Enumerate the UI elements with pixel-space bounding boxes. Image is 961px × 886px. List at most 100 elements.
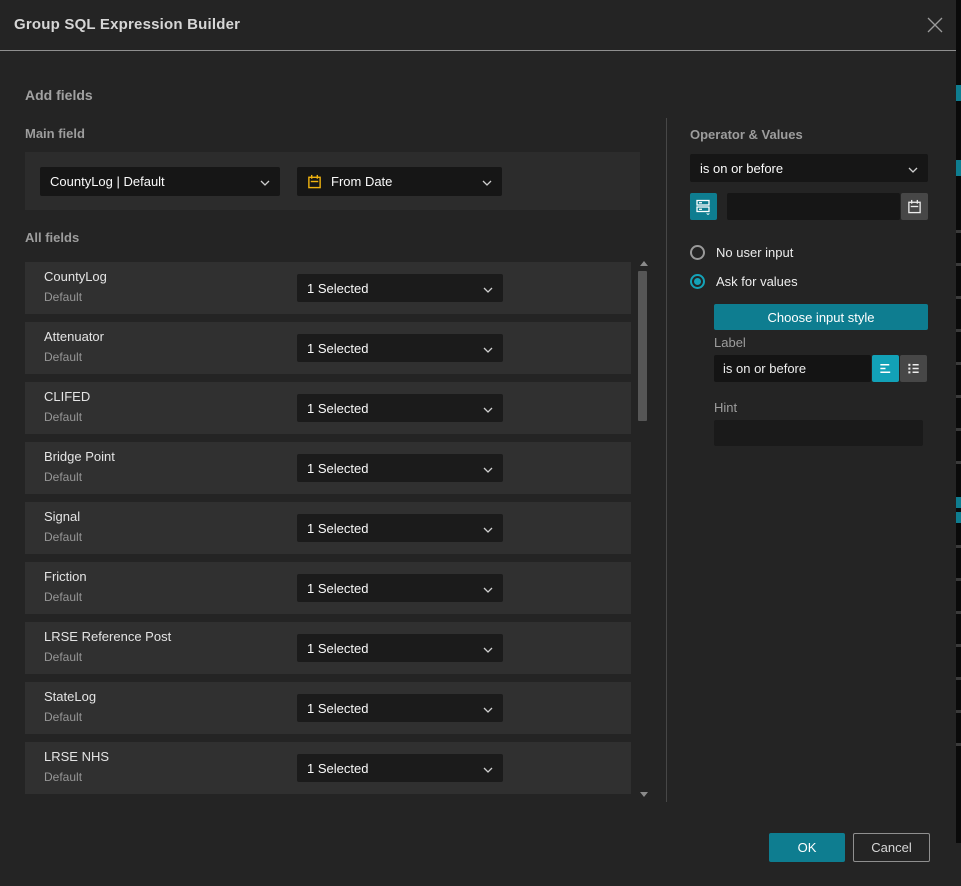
field-selection-value: 1 Selected xyxy=(307,761,368,776)
field-selection-select[interactable]: 1 Selected xyxy=(297,694,503,722)
main-field-heading: Main field xyxy=(25,126,85,141)
field-name: Friction xyxy=(44,569,87,584)
field-selection-value: 1 Selected xyxy=(307,341,368,356)
field-selection-value: 1 Selected xyxy=(307,641,368,656)
radio-unselected-icon xyxy=(690,245,705,260)
close-icon[interactable] xyxy=(925,16,945,36)
field-subtitle: Default xyxy=(44,770,82,784)
field-selection-select[interactable]: 1 Selected xyxy=(297,274,503,302)
radio-no-user-input[interactable]: No user input xyxy=(690,245,793,260)
field-selection-value: 1 Selected xyxy=(307,581,368,596)
field-subtitle: Default xyxy=(44,590,82,604)
chevron-down-icon xyxy=(483,401,493,416)
all-fields-list: CountyLog Default 1 Selected Attenuator … xyxy=(25,258,631,794)
chevron-down-icon xyxy=(908,161,918,176)
field-row: Friction Default 1 Selected xyxy=(25,562,631,614)
field-subtitle: Default xyxy=(44,410,82,424)
field-name: CLIFED xyxy=(44,389,90,404)
chevron-down-icon xyxy=(483,701,493,716)
field-selection-select[interactable]: 1 Selected xyxy=(297,754,503,782)
label-input[interactable] xyxy=(714,355,871,382)
dialog-header: Group SQL Expression Builder xyxy=(0,0,956,51)
scrollbar xyxy=(636,258,651,802)
main-field-field-select[interactable]: From Date xyxy=(297,167,502,196)
field-name: Signal xyxy=(44,509,80,524)
field-row: LRSE Reference Post Default 1 Selected xyxy=(25,622,631,674)
field-name: LRSE NHS xyxy=(44,749,109,764)
field-subtitle: Default xyxy=(44,350,82,364)
field-row: LRSE NHS Default 1 Selected xyxy=(25,742,631,794)
field-selection-select[interactable]: 1 Selected xyxy=(297,514,503,542)
field-name: StateLog xyxy=(44,689,96,704)
field-row: CountyLog Default 1 Selected xyxy=(25,262,631,314)
scroll-down-arrow-icon[interactable] xyxy=(640,792,648,797)
operator-values-heading: Operator & Values xyxy=(690,127,803,142)
input-type-button[interactable] xyxy=(690,193,717,220)
align-left-button[interactable] xyxy=(872,355,899,382)
value-input[interactable] xyxy=(727,193,900,220)
bullet-list-icon xyxy=(906,361,921,376)
field-subtitle: Default xyxy=(44,530,82,544)
align-left-icon xyxy=(878,361,893,376)
field-selection-value: 1 Selected xyxy=(307,401,368,416)
date-picker-button[interactable] xyxy=(901,193,928,220)
list-style-button[interactable] xyxy=(900,355,927,382)
dialog-title: Group SQL Expression Builder xyxy=(14,16,240,33)
field-subtitle: Default xyxy=(44,290,82,304)
group-sql-expression-builder-dialog: Group SQL Expression Builder Add fields … xyxy=(0,0,956,886)
radio-selected-icon xyxy=(690,274,705,289)
chevron-down-icon xyxy=(483,521,493,536)
field-row: Attenuator Default 1 Selected xyxy=(25,322,631,374)
chevron-down-icon xyxy=(482,174,492,189)
field-selection-select[interactable]: 1 Selected xyxy=(297,574,503,602)
field-selection-value: 1 Selected xyxy=(307,521,368,536)
operator-select[interactable]: is on or before xyxy=(690,154,928,182)
field-row: Signal Default 1 Selected xyxy=(25,502,631,554)
chevron-down-icon xyxy=(483,341,493,356)
hint-input[interactable] xyxy=(714,420,923,446)
field-name: LRSE Reference Post xyxy=(44,629,171,644)
field-selection-value: 1 Selected xyxy=(307,701,368,716)
chevron-down-icon xyxy=(483,461,493,476)
scrollbar-thumb[interactable] xyxy=(638,271,647,421)
operator-select-value: is on or before xyxy=(700,161,783,176)
field-name: CountyLog xyxy=(44,269,107,284)
field-subtitle: Default xyxy=(44,650,82,664)
calendar-icon xyxy=(907,199,922,214)
chevron-down-icon xyxy=(260,174,270,189)
main-field-layer-select[interactable]: CountyLog | Default xyxy=(40,167,280,196)
field-selection-value: 1 Selected xyxy=(307,281,368,296)
field-selection-select[interactable]: 1 Selected xyxy=(297,634,503,662)
all-fields-heading: All fields xyxy=(25,230,79,245)
field-row: Bridge Point Default 1 Selected xyxy=(25,442,631,494)
radio-ask-for-values[interactable]: Ask for values xyxy=(690,274,798,289)
field-subtitle: Default xyxy=(44,710,82,724)
calendar-date-icon xyxy=(307,174,322,189)
choose-input-style-button[interactable]: Choose input style xyxy=(714,304,928,330)
hint-field-label: Hint xyxy=(714,400,737,415)
panel-divider xyxy=(666,118,667,802)
main-field-panel: CountyLog | Default From Date xyxy=(25,152,640,210)
add-fields-heading: Add fields xyxy=(25,87,93,103)
field-name: Bridge Point xyxy=(44,449,115,464)
stacked-fields-icon xyxy=(695,198,712,215)
field-selection-select[interactable]: 1 Selected xyxy=(297,454,503,482)
chevron-down-icon xyxy=(483,581,493,596)
field-selection-select[interactable]: 1 Selected xyxy=(297,334,503,362)
chevron-down-icon xyxy=(483,281,493,296)
field-row: StateLog Default 1 Selected xyxy=(25,682,631,734)
field-name: Attenuator xyxy=(44,329,104,344)
ok-button[interactable]: OK xyxy=(769,833,845,862)
chevron-down-icon xyxy=(483,761,493,776)
main-field-layer-select-value: CountyLog | Default xyxy=(50,174,165,189)
cancel-button[interactable]: Cancel xyxy=(853,833,930,862)
label-field-label: Label xyxy=(714,335,746,350)
chevron-down-icon xyxy=(483,641,493,656)
field-subtitle: Default xyxy=(44,470,82,484)
field-row: CLIFED Default 1 Selected xyxy=(25,382,631,434)
field-selection-value: 1 Selected xyxy=(307,461,368,476)
main-field-field-select-value: From Date xyxy=(331,174,392,189)
background-app-edge xyxy=(956,0,961,843)
scroll-up-arrow-icon[interactable] xyxy=(640,261,648,266)
field-selection-select[interactable]: 1 Selected xyxy=(297,394,503,422)
